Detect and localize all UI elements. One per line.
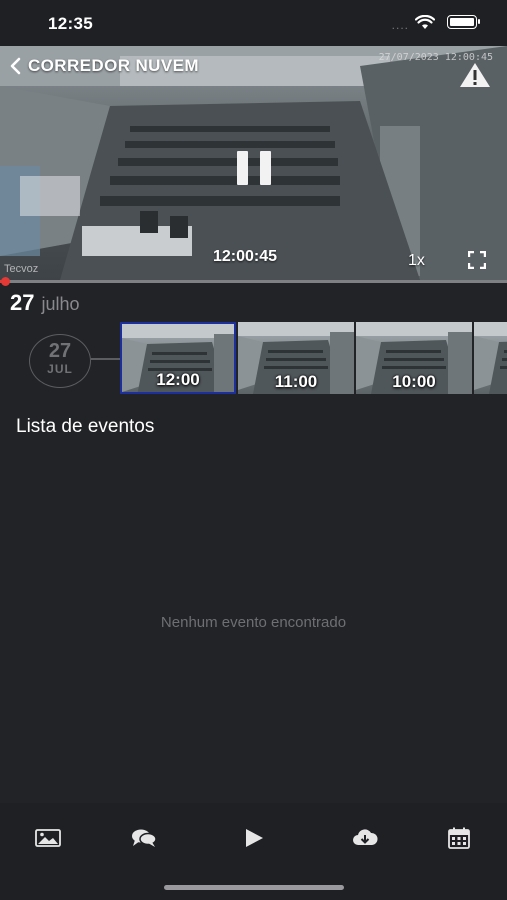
empty-events-message: Nenhum evento encontrado <box>160 614 347 631</box>
pause-bar-right <box>260 151 271 185</box>
pause-button[interactable] <box>237 151 271 185</box>
playback-time: 12:00:45 <box>213 248 278 265</box>
camera-watermark: Tecvoz <box>4 263 39 275</box>
date-month: julho <box>41 294 80 314</box>
chevron-left-icon <box>10 57 21 75</box>
day-selector-day: 27 <box>48 340 72 362</box>
chat-icon <box>132 829 157 847</box>
thumbnail-time: 09:00 <box>474 372 507 392</box>
back-button[interactable]: CORREDOR NUVEM <box>8 56 199 76</box>
date-day: 27 <box>10 290 35 315</box>
thumbnail-3[interactable]: 09:00 <box>474 322 507 394</box>
thumbnail-time: 11:00 <box>274 372 318 391</box>
day-selector-month: JUL <box>47 362 73 376</box>
fullscreen-icon[interactable] <box>468 251 486 269</box>
signal-indicator: .... <box>391 18 409 32</box>
thumbnail-2[interactable]: 10:00 <box>356 322 472 394</box>
speed-button[interactable]: 1x <box>408 252 425 270</box>
tab-calendar[interactable] <box>444 825 474 851</box>
thumbnail-time: 10:00 <box>392 372 436 391</box>
image-icon <box>35 829 61 847</box>
video-player[interactable]: CORREDOR NUVEM 27/07/2023 12:00:45 12:00… <box>0 46 507 280</box>
cloud-download-icon <box>353 829 378 845</box>
play-icon <box>246 829 263 847</box>
wifi-icon <box>415 15 435 29</box>
thumbnail-1[interactable]: 11:00 <box>238 322 354 394</box>
events-title: Lista de eventos <box>16 416 155 437</box>
tab-image[interactable] <box>33 825 63 851</box>
pause-bar-left <box>237 151 248 185</box>
playback-progress[interactable] <box>0 277 507 286</box>
status-time: 12:35 <box>48 14 93 33</box>
progress-handle[interactable] <box>1 277 11 286</box>
camera-title: CORREDOR NUVEM <box>28 56 199 75</box>
tab-chat[interactable] <box>129 825 159 851</box>
date-header: 27 julho <box>10 290 80 316</box>
tab-download[interactable] <box>350 825 380 851</box>
thumbnail-time: 12:00 <box>156 370 200 389</box>
timeline-connector <box>91 358 121 360</box>
tab-play[interactable] <box>239 825 269 851</box>
warning-icon[interactable] <box>459 62 491 88</box>
status-bar: 12:35 .... <box>0 0 507 46</box>
hour-thumbnails[interactable]: 12:00 11:00 10:00 09:00 <box>120 322 507 394</box>
home-indicator[interactable] <box>164 885 344 890</box>
day-selector[interactable]: 27 JUL <box>29 334 91 388</box>
battery-icon <box>447 15 480 29</box>
calendar-icon <box>448 827 470 849</box>
thumbnail-0[interactable]: 12:00 <box>120 322 236 394</box>
